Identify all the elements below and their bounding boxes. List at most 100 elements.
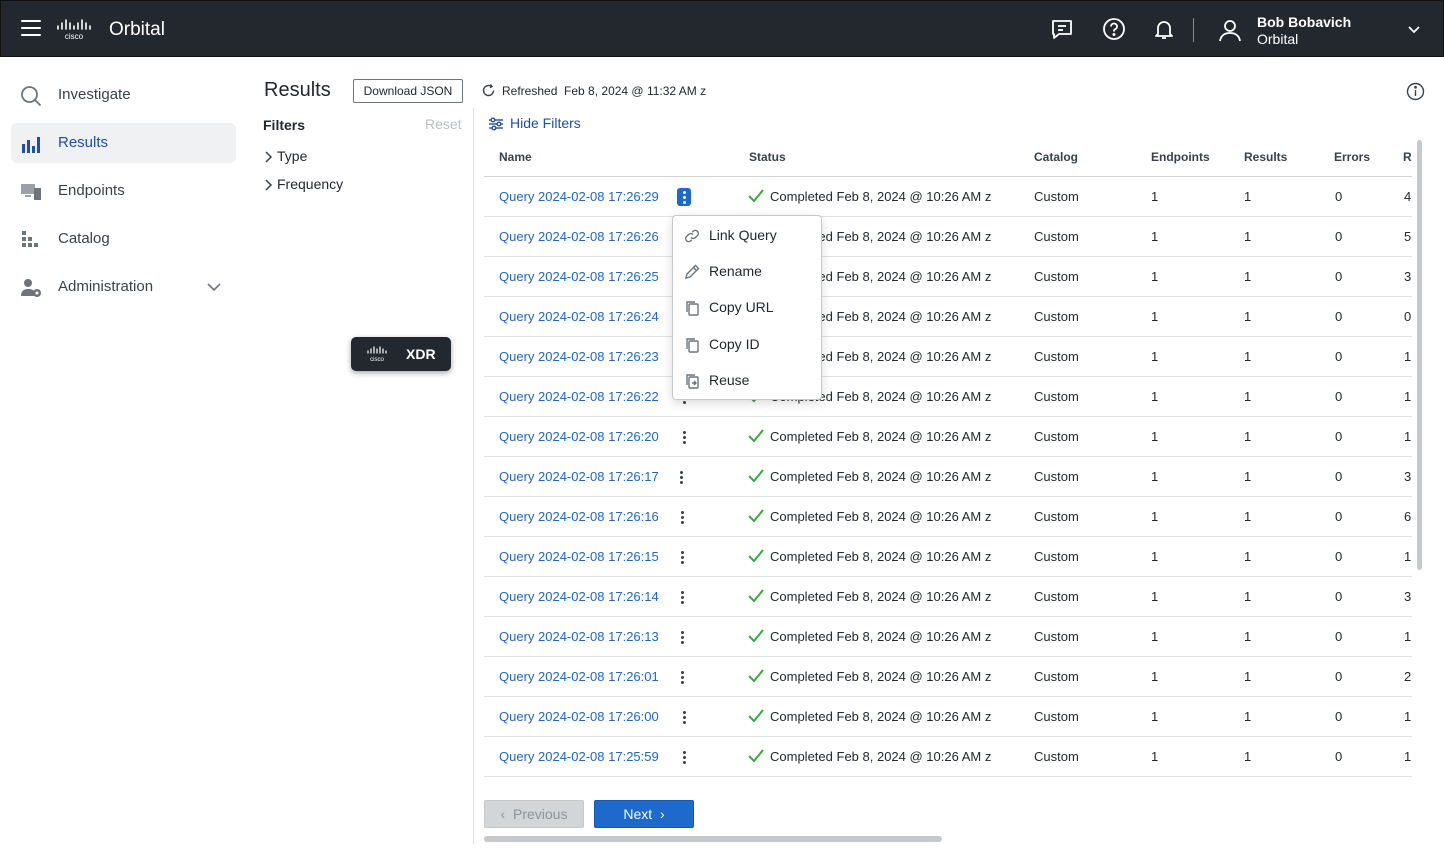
table-row[interactable]: Query 2024-02-08 17:26:13 Completed Feb 8…	[484, 617, 1412, 657]
status-time: Feb 8, 2024 @ 10:26 AM z	[836, 469, 992, 484]
page-title: Results	[264, 79, 331, 101]
query-name-link[interactable]: Query 2024-02-08 17:26:15	[499, 549, 659, 564]
table-row[interactable]: Query 2024-02-08 17:26:24Completed Feb 8…	[484, 297, 1412, 337]
status-time: Feb 8, 2024 @ 10:26 AM z	[836, 509, 992, 524]
status-time: Feb 8, 2024 @ 10:26 AM z	[836, 589, 992, 604]
query-name-link[interactable]: Query 2024-02-08 17:26:22	[499, 389, 659, 404]
table-row[interactable]: Query 2024-02-08 17:26:14 Completed Feb 8…	[484, 577, 1412, 617]
table-row[interactable]: Query 2024-02-08 17:26:22Completed Feb 8…	[484, 377, 1412, 417]
row-actions-kebab-icon[interactable]	[675, 508, 689, 526]
chevron-down-icon[interactable]	[206, 279, 222, 295]
menu-item-label: Copy ID	[709, 336, 760, 352]
row-actions-kebab-icon[interactable]	[675, 588, 689, 606]
checkmark-icon	[748, 509, 764, 523]
query-name-link[interactable]: Query 2024-02-08 17:26:26	[499, 229, 659, 244]
query-name-link[interactable]: Query 2024-02-08 17:26:29	[499, 189, 659, 204]
table-row[interactable]: Query 2024-02-08 17:26:20 Completed Feb 8…	[484, 417, 1412, 457]
menu-item-reuse[interactable]: Reuse	[673, 363, 821, 397]
xdr-badge[interactable]: cisco XDR	[351, 337, 451, 371]
row-actions-kebab-icon[interactable]	[675, 668, 689, 686]
sliders-icon	[489, 117, 503, 131]
table-row[interactable]: Query 2024-02-08 17:26:25Completed Feb 8…	[484, 257, 1412, 297]
help-icon[interactable]	[1102, 17, 1126, 41]
table-row[interactable]: Query 2024-02-08 17:26:15 Completed Feb 8…	[484, 537, 1412, 577]
extra-cell: 3	[1404, 469, 1412, 484]
column-header-name[interactable]: Name	[499, 150, 532, 164]
query-name-link[interactable]: Query 2024-02-08 17:26:20	[499, 429, 659, 444]
row-actions-kebab-icon[interactable]	[677, 188, 691, 206]
query-name-link[interactable]: Query 2024-02-08 17:26:14	[499, 589, 659, 604]
column-header-endpoints[interactable]: Endpoints	[1151, 150, 1210, 164]
status-time: Feb 8, 2024 @ 10:26 AM z	[836, 189, 992, 204]
menu-item-link-query[interactable]: Link Query	[673, 218, 821, 252]
query-name-link[interactable]: Query 2024-02-08 17:26:13	[499, 629, 659, 644]
query-name-link[interactable]: Query 2024-02-08 17:26:00	[499, 709, 659, 724]
next-page-button[interactable]: Next ›	[594, 800, 694, 828]
row-actions-kebab-icon[interactable]	[675, 628, 689, 646]
errors-cell: 0	[1335, 549, 1343, 564]
table-row[interactable]: Query 2024-02-08 17:26:17 Completed Feb 8…	[484, 457, 1412, 497]
query-name-link[interactable]: Query 2024-02-08 17:25:59	[499, 749, 659, 764]
status-time: Feb 8, 2024 @ 10:26 AM z	[836, 749, 992, 764]
copy-icon	[686, 301, 699, 316]
hide-filters-label: Hide Filters	[510, 115, 581, 131]
table-row[interactable]: Query 2024-02-08 17:26:29 Completed Feb 8…	[484, 177, 1412, 217]
query-name-link[interactable]: Query 2024-02-08 17:26:25	[499, 269, 659, 284]
row-actions-kebab-icon[interactable]	[674, 468, 688, 486]
sidebar-item-results[interactable]: Results	[11, 123, 236, 163]
sidebar-item-catalog[interactable]: Catalog	[11, 219, 236, 259]
status-text: Completed	[770, 549, 833, 564]
horizontal-scrollbar[interactable]	[484, 836, 942, 842]
results-cell: 1	[1244, 189, 1252, 204]
table-row[interactable]: Query 2024-02-08 17:25:59 Completed Feb 8…	[484, 737, 1412, 777]
refresh-icon[interactable]	[481, 83, 496, 98]
column-header-status[interactable]: Status	[749, 150, 786, 164]
row-actions-kebab-icon[interactable]	[677, 748, 691, 766]
row-actions-kebab-icon[interactable]	[677, 428, 691, 446]
table-row[interactable]: Query 2024-02-08 17:26:00 Completed Feb 8…	[484, 697, 1412, 737]
column-header-errors[interactable]: Errors	[1334, 150, 1370, 164]
sidebar-item-investigate[interactable]: Investigate	[11, 75, 236, 115]
chevron-right-icon: ›	[659, 806, 665, 822]
notifications-bell-icon[interactable]	[1152, 17, 1176, 41]
user-avatar-icon[interactable]	[1217, 17, 1243, 43]
chevron-down-icon[interactable]	[1405, 21, 1423, 39]
menu-item-copy-url[interactable]: Copy URL	[673, 290, 821, 324]
row-actions-kebab-icon[interactable]	[677, 708, 691, 726]
sidebar-item-administration[interactable]: Administration	[11, 267, 236, 307]
table-row[interactable]: Query 2024-02-08 17:26:01 Completed Feb 8…	[484, 657, 1412, 697]
column-header-extra[interactable]: R	[1403, 150, 1412, 164]
sidebar-item-endpoints[interactable]: Endpoints	[11, 171, 236, 211]
topbar-divider	[1193, 18, 1194, 42]
table-row[interactable]: Query 2024-02-08 17:26:16 Completed Feb 8…	[484, 497, 1412, 537]
table-row[interactable]: Query 2024-02-08 17:26:26Completed Feb 8…	[484, 217, 1412, 257]
status-time: Feb 8, 2024 @ 10:26 AM z	[836, 349, 992, 364]
column-header-results[interactable]: Results	[1244, 150, 1287, 164]
results-table: Name Status Catalog Endpoints Results Er…	[484, 137, 1412, 777]
table-row[interactable]: Query 2024-02-08 17:26:23Completed Feb 8…	[484, 337, 1412, 377]
query-name-link[interactable]: Query 2024-02-08 17:26:17	[499, 469, 659, 484]
endpoints-cell: 1	[1151, 349, 1159, 364]
previous-page-button[interactable]: ‹ Previous	[484, 800, 584, 828]
query-name-link[interactable]: Query 2024-02-08 17:26:24	[499, 309, 659, 324]
chevron-left-icon: ‹	[500, 806, 506, 822]
status-text: Completed	[770, 589, 833, 604]
query-name-link[interactable]: Query 2024-02-08 17:26:16	[499, 509, 659, 524]
vertical-scrollbar[interactable]	[1417, 140, 1422, 570]
hamburger-menu-icon[interactable]	[21, 20, 41, 38]
column-header-catalog[interactable]: Catalog	[1034, 150, 1078, 164]
user-name[interactable]: Bob Bobavich	[1257, 14, 1351, 30]
reset-filters-link[interactable]: Reset	[425, 116, 462, 132]
checkmark-icon	[748, 469, 764, 483]
query-name-link[interactable]: Query 2024-02-08 17:26:23	[499, 349, 659, 364]
feedback-icon[interactable]	[1050, 17, 1074, 41]
download-json-button[interactable]: Download JSON	[353, 79, 463, 103]
row-actions-kebab-icon[interactable]	[675, 548, 689, 566]
endpoints-cell: 1	[1151, 629, 1159, 644]
menu-item-copy-id[interactable]: Copy ID	[673, 327, 821, 361]
row-context-menu: Link Query Rename Copy URL Copy ID Reuse	[672, 215, 822, 400]
errors-cell: 0	[1335, 229, 1343, 244]
query-name-link[interactable]: Query 2024-02-08 17:26:01	[499, 669, 659, 684]
info-icon[interactable]	[1406, 82, 1425, 101]
menu-item-rename[interactable]: Rename	[673, 254, 821, 288]
